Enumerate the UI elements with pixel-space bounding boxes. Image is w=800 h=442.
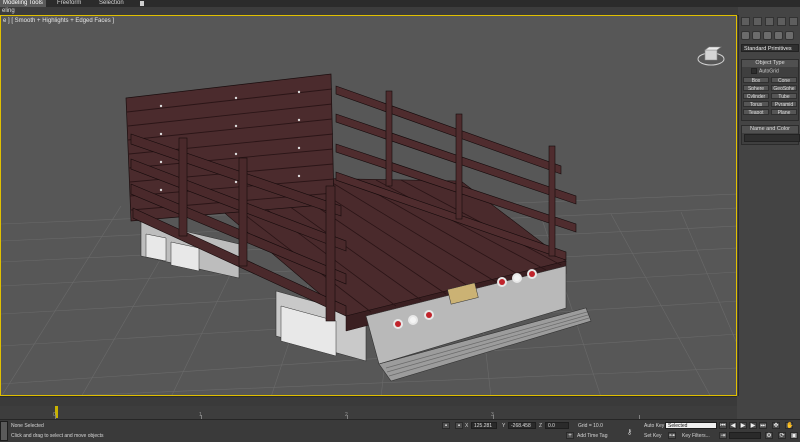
- geometry-icon[interactable]: [741, 31, 750, 40]
- autogrid-label: AutoGrid: [759, 68, 779, 75]
- absolute-mode-icon[interactable]: ▪: [455, 422, 463, 429]
- create-tab-icon[interactable]: [741, 17, 750, 26]
- grid-size: Grid = 10.0: [578, 423, 603, 429]
- key-filters-button[interactable]: Key Filters...: [682, 433, 710, 439]
- timeline-label: 0: [53, 412, 56, 418]
- tab-modeling-tools[interactable]: Modeling Tools: [0, 0, 46, 7]
- object-type-title[interactable]: Object Type: [742, 60, 798, 67]
- y-coordinate-field[interactable]: -268.458: [508, 422, 536, 429]
- primitive-category-dropdown[interactable]: Standard Primitives: [741, 44, 799, 52]
- scene-render: [1, 73, 736, 395]
- z-coordinate-field[interactable]: 0.0: [545, 422, 569, 429]
- pyramid-button[interactable]: Pyramid: [771, 101, 797, 107]
- current-frame-field[interactable]: [729, 432, 761, 439]
- x-label: X: [465, 423, 469, 429]
- key-filters-icon[interactable]: ⊶: [668, 432, 676, 439]
- time-configuration-icon[interactable]: ⚙: [765, 432, 773, 439]
- key-mode-toggle-icon[interactable]: ⇥: [719, 432, 727, 439]
- set-key-button[interactable]: Set Key: [644, 433, 662, 439]
- autogrid-checkbox-box[interactable]: [751, 68, 757, 74]
- selection-status: None Selected: [11, 423, 44, 429]
- torus-button[interactable]: Torus: [743, 101, 769, 107]
- maximize-viewport-icon[interactable]: ▣: [790, 432, 798, 439]
- x-coordinate-field[interactable]: 125.281: [471, 422, 497, 429]
- perspective-viewport[interactable]: e ] [ Smooth + Highlights + Edged Faces …: [0, 15, 737, 396]
- pan-view-icon[interactable]: ✋: [785, 422, 793, 429]
- timeline-label: 2: [345, 412, 348, 418]
- plane-button[interactable]: Plane: [771, 109, 797, 115]
- autogrid-checkbox[interactable]: AutoGrid: [751, 68, 779, 74]
- cylinder-button[interactable]: Cylinder: [743, 93, 769, 99]
- tab-selection[interactable]: Selection: [96, 0, 127, 7]
- ribbon-panel-label: eling: [2, 8, 15, 14]
- add-time-tag-button[interactable]: Add Time Tag: [577, 433, 607, 439]
- command-panel: Standard Primitives Object Type AutoGrid…: [738, 15, 800, 396]
- set-key-mode-icon[interactable]: ⚷: [627, 428, 632, 436]
- helpers-icon[interactable]: [785, 31, 794, 40]
- sphere-button[interactable]: Sphere: [743, 85, 769, 91]
- geosphere-button[interactable]: GeoSphe: [771, 85, 797, 91]
- lights-icon[interactable]: [763, 31, 772, 40]
- hierarchy-tab-icon[interactable]: [765, 17, 774, 26]
- z-label: Z: [539, 423, 543, 429]
- play-icon[interactable]: ▶: [739, 422, 747, 429]
- create-category-row: [741, 31, 800, 41]
- y-label: Y: [502, 423, 506, 429]
- tube-button[interactable]: Tube: [771, 93, 797, 99]
- name-and-color-rollout: Name and Color: [741, 125, 800, 145]
- zoom-extents-icon[interactable]: ✥: [772, 422, 780, 429]
- object-name-input[interactable]: [744, 134, 800, 142]
- auto-key-button[interactable]: Auto Key: [644, 423, 664, 429]
- status-bar: None Selected Click and drag to select a…: [0, 419, 800, 442]
- command-panel-tabs: [741, 17, 800, 27]
- name-and-color-title[interactable]: Name and Color: [742, 126, 798, 133]
- motion-tab-icon[interactable]: [777, 17, 786, 26]
- cone-button[interactable]: Cone: [771, 77, 797, 83]
- teapot-button[interactable]: Teapot: [743, 109, 769, 115]
- cameras-icon[interactable]: [774, 31, 783, 40]
- ribbon-tab-bar: Modeling Tools Freeform Selection: [0, 0, 800, 7]
- lock-selection-icon[interactable]: ▪: [442, 422, 450, 429]
- prompt-line: Click and drag to select and move object…: [11, 433, 104, 439]
- go-to-end-icon[interactable]: ⏭: [759, 422, 767, 429]
- timeline-label: 1: [199, 412, 202, 418]
- timeline-label: 3: [491, 412, 494, 418]
- orbit-icon[interactable]: ⟳: [778, 432, 786, 439]
- modify-tab-icon[interactable]: [753, 17, 762, 26]
- object-type-rollout: Object Type AutoGrid Box Cone Sphere Geo…: [741, 59, 799, 121]
- viewcube-icon[interactable]: [696, 44, 726, 68]
- ribbon-options-icon[interactable]: [140, 1, 144, 6]
- next-frame-icon[interactable]: ▶: [749, 422, 757, 429]
- tab-freeform[interactable]: Freeform: [54, 0, 84, 7]
- shapes-icon[interactable]: [752, 31, 761, 40]
- track-bar[interactable]: 0 1 2 3: [0, 406, 737, 419]
- display-tab-icon[interactable]: [789, 17, 798, 26]
- previous-frame-icon[interactable]: ◀: [729, 422, 737, 429]
- add-time-tag-icon[interactable]: +: [566, 432, 574, 439]
- box-button[interactable]: Box: [743, 77, 769, 83]
- maxscript-listener-icon[interactable]: [0, 421, 8, 441]
- key-selection-dropdown[interactable]: Selected: [665, 422, 717, 429]
- go-to-start-icon[interactable]: ⏮: [719, 422, 727, 429]
